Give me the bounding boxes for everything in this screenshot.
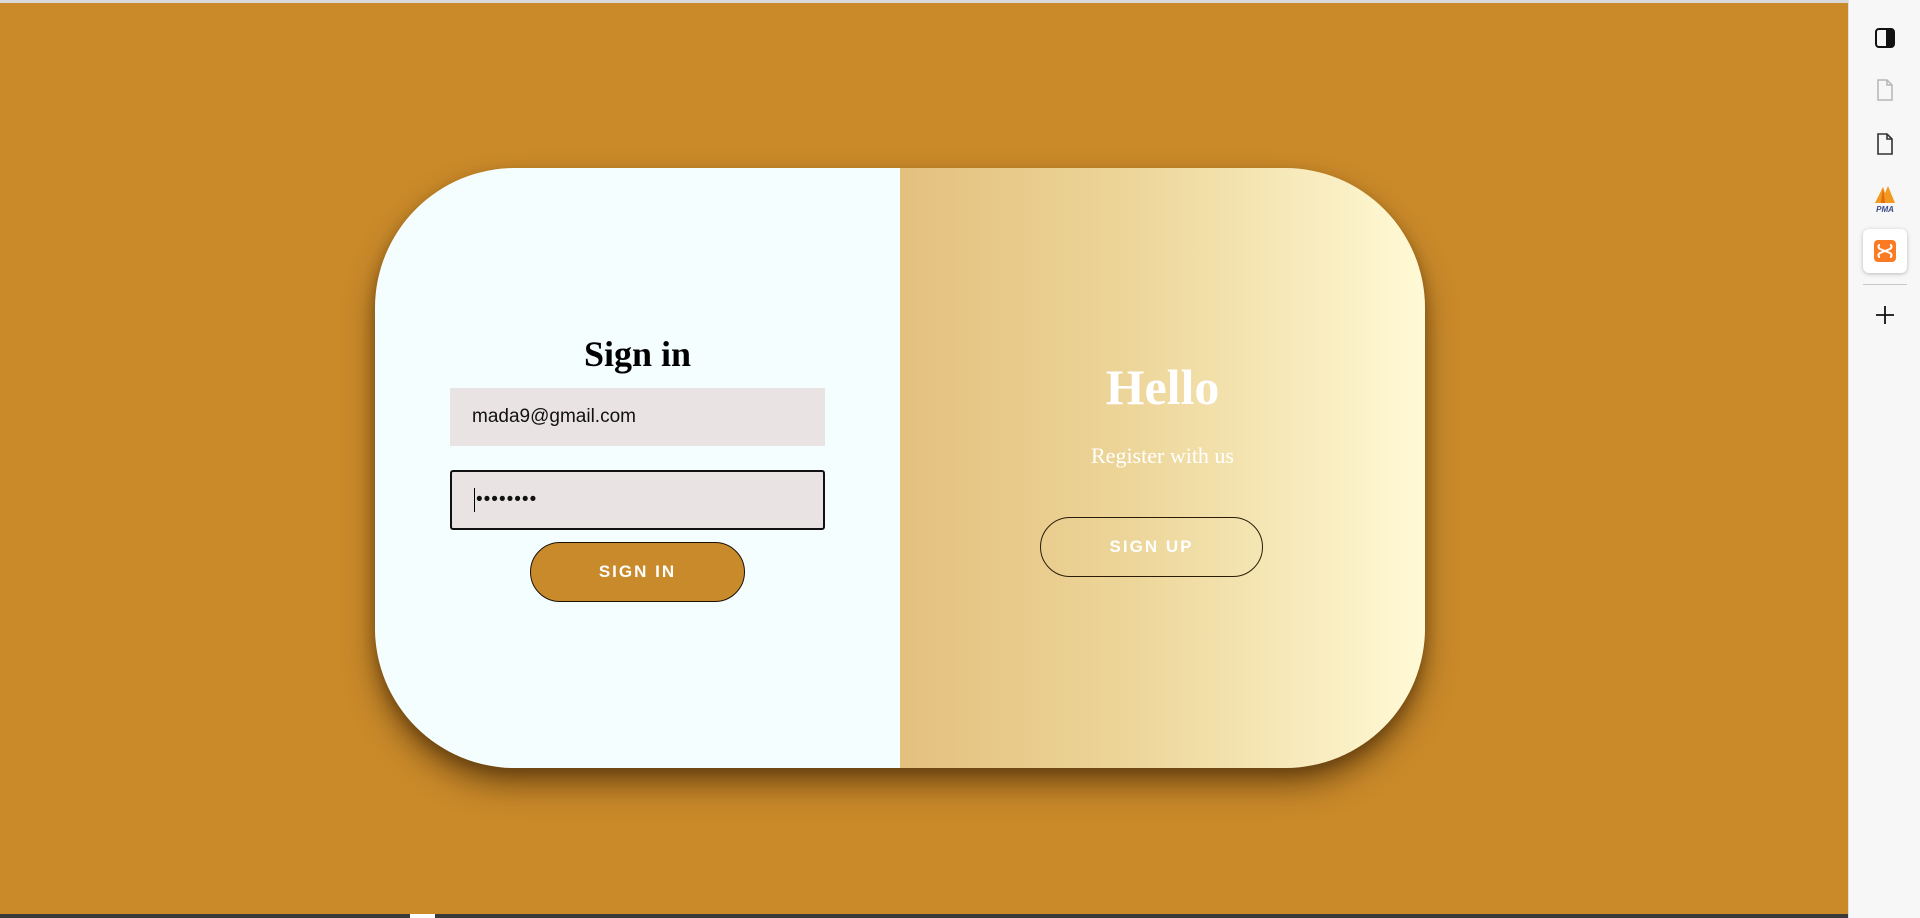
auth-card: Sign in mada9@gmail.com •••••••• SIGN IN… bbox=[375, 168, 1425, 768]
signin-title: Sign in bbox=[583, 334, 692, 374]
sidebar-divider bbox=[1863, 284, 1907, 285]
document-icon-faded[interactable] bbox=[1863, 68, 1907, 112]
email-field[interactable]: mada9@gmail.com bbox=[450, 388, 825, 446]
hello-title: Hello bbox=[1105, 359, 1220, 415]
phpmyadmin-icon[interactable]: PMA bbox=[1863, 176, 1907, 220]
register-panel: Hello Register with us SIGN UP bbox=[900, 168, 1425, 768]
panel-toggle-icon[interactable] bbox=[1863, 16, 1907, 60]
add-icon[interactable] bbox=[1863, 293, 1907, 337]
register-subtitle: Register with us bbox=[1091, 443, 1234, 468]
bottom-taskbar-edge bbox=[0, 914, 1848, 918]
password-field[interactable]: •••••••• bbox=[450, 470, 825, 530]
pma-logo-text: PMA bbox=[1876, 205, 1894, 214]
taskbar-segment bbox=[410, 914, 435, 918]
browser-sidebar: PMA bbox=[1848, 0, 1920, 918]
signin-panel: Sign in mada9@gmail.com •••••••• SIGN IN bbox=[375, 168, 900, 768]
text-caret bbox=[474, 488, 475, 512]
signin-button[interactable]: SIGN IN bbox=[530, 542, 745, 602]
xampp-icon[interactable] bbox=[1863, 229, 1907, 273]
password-value: •••••••• bbox=[476, 489, 538, 510]
document-icon[interactable] bbox=[1863, 122, 1907, 166]
signup-button[interactable]: SIGN UP bbox=[1040, 517, 1263, 577]
